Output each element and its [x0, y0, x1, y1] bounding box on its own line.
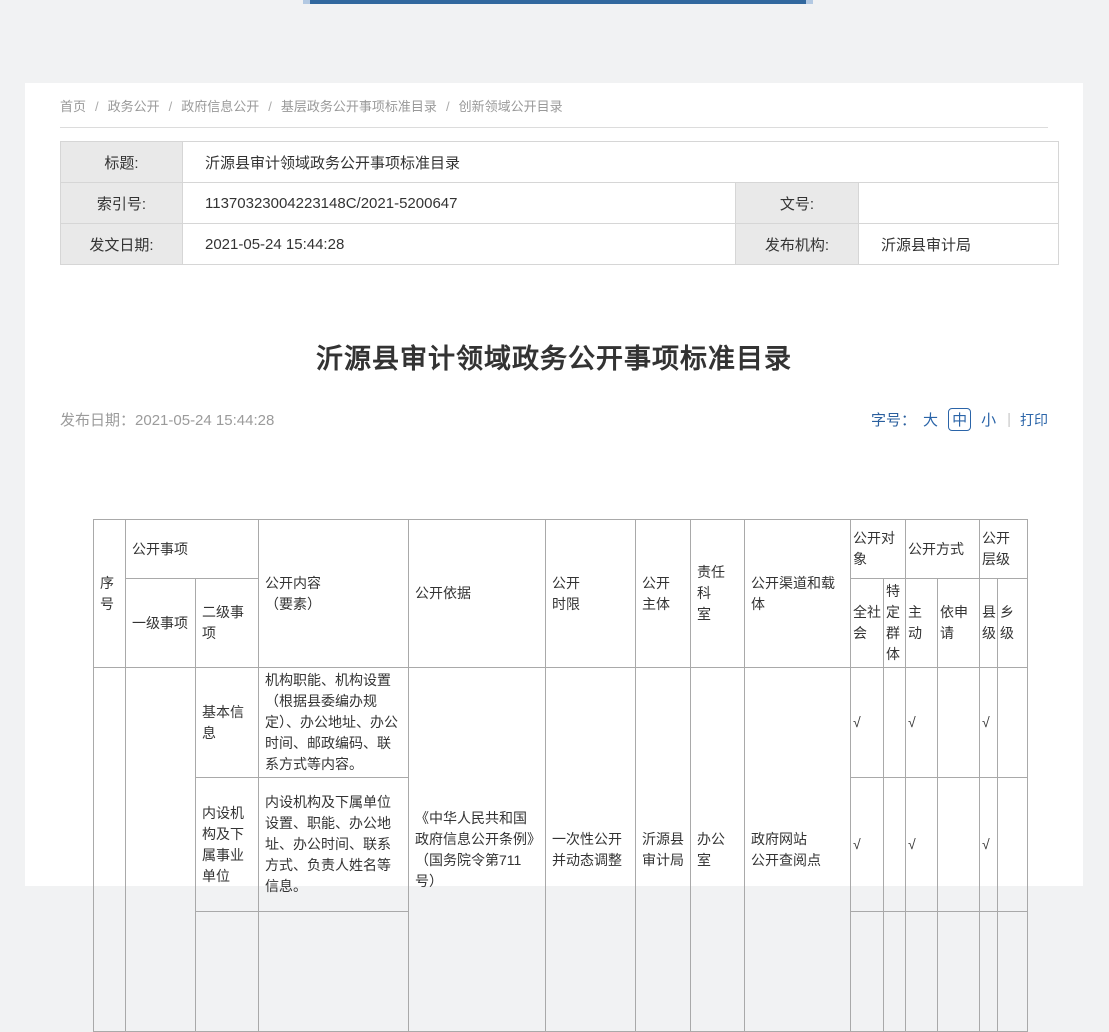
font-size-tools: 字号： 大 中 小 | 打印: [871, 408, 1048, 431]
header-cell-duixiang: 公开对 象: [851, 520, 906, 579]
breadcrumb-divider: [60, 127, 1048, 128]
cell-zhuti-merged: 沂源县审计局: [636, 668, 691, 1032]
issue-date-value: 2021-05-24 15:44:28: [183, 224, 736, 265]
tools-divider: |: [1007, 411, 1011, 428]
issue-date-label: 发文日期:: [61, 224, 183, 265]
header-cell-shixian: 公开 时限: [546, 520, 636, 668]
publish-date: 发布日期：2021-05-24 15:44:28: [60, 409, 274, 430]
header-cell-qudao: 公开渠道和载 体: [745, 520, 851, 668]
check-xianji-row3: [980, 912, 998, 1032]
catalog-table: 序号 公开事项 公开内容 （要素） 公开依据 公开 时限 公开 主体 责任科 室…: [93, 519, 1028, 1032]
cell-qudao-merged: 政府网站 公开查阅点: [745, 668, 851, 1032]
header-cell-zhudong: 主 动: [906, 579, 938, 668]
breadcrumb: 首页 / 政务公开 / 政府信息公开 / 基层政务公开事项标准目录 / 创新领域公开目录: [60, 83, 1048, 115]
check-teding-row1: [884, 668, 906, 778]
breadcrumb-separator: /: [169, 99, 173, 114]
cell-shixian-merged: 一次性公开并动态调整: [546, 668, 636, 1032]
header-cell-yiji: 一级事项: [126, 579, 196, 668]
cell-neirong-row2: 内设机构及下属单位设置、职能、办公地址、办公时间、联系方式、负责人姓名等信息。: [259, 778, 409, 912]
page-title: 沂源县审计领域政务公开事项标准目录: [60, 337, 1048, 376]
catalog-body-row-1: 基本信息 机构职能、机构设置（根据县委编办规定）、办公地址、办公时间、邮政编码、…: [94, 668, 1028, 778]
font-size-large-button[interactable]: 大: [923, 409, 938, 430]
header-cell-teding: 特 定 群 体: [884, 579, 906, 668]
cell-xuhao-merged: [94, 668, 126, 1032]
check-quanshehui-row2: √: [851, 778, 884, 912]
cell-erji-row1: 基本信息: [196, 668, 259, 778]
header-cell-fangshi: 公开方式: [906, 520, 980, 579]
check-xianji-row2: √: [980, 778, 998, 912]
header-cell-gongkai-shixiang: 公开事项: [126, 520, 259, 579]
cell-yiji-merged: [126, 668, 196, 1032]
header-cell-zhuti: 公开 主体: [636, 520, 691, 668]
check-yishenqing-row1: [938, 668, 980, 778]
cell-erji-row2: 内设机构及下属事业单位: [196, 778, 259, 912]
header-cell-yishenqing: 依申 请: [938, 579, 980, 668]
breadcrumb-chuangxin[interactable]: 创新领域公开目录: [459, 99, 563, 114]
check-xiangji-row2: [998, 778, 1028, 912]
cell-neirong-row1: 机构职能、机构设置（根据县委编办规定）、办公地址、办公时间、邮政编码、联系方式等…: [259, 668, 409, 778]
check-zhudong-row2: √: [906, 778, 938, 912]
title-value: 沂源县审计领域政务公开事项标准目录: [183, 142, 1059, 183]
print-button[interactable]: 打印: [1020, 410, 1048, 430]
meta-row-date: 发文日期: 2021-05-24 15:44:28 发布机构: 沂源县审计局: [61, 224, 1059, 265]
index-label: 索引号:: [61, 183, 183, 224]
title-label: 标题:: [61, 142, 183, 183]
check-xiangji-row1: [998, 668, 1028, 778]
check-quanshehui-row3: [851, 912, 884, 1032]
check-yishenqing-row2: [938, 778, 980, 912]
breadcrumb-xinxi[interactable]: 政府信息公开: [181, 99, 259, 114]
cell-neirong-row3: [259, 912, 409, 1032]
index-value: 11370323004223148C/2021-5200647: [183, 183, 736, 224]
check-teding-row3: [884, 912, 906, 1032]
agency-value: 沂源县审计局: [859, 224, 1059, 265]
document-meta-table: 标题: 沂源县审计领域政务公开事项标准目录 索引号: 1137032300422…: [60, 141, 1059, 265]
header-cell-neirong: 公开内容 （要素）: [259, 520, 409, 668]
check-quanshehui-row1: √: [851, 668, 884, 778]
font-size-small-button[interactable]: 小: [981, 409, 996, 430]
content-card: 首页 / 政务公开 / 政府信息公开 / 基层政务公开事项标准目录 / 创新领域公开目录 标题:…: [25, 83, 1083, 886]
breadcrumb-separator: /: [446, 99, 450, 114]
check-xianji-row1: √: [980, 668, 998, 778]
article-meta-bar: 发布日期：2021-05-24 15:44:28 字号： 大 中 小 | 打印: [60, 408, 1048, 431]
header-cell-cengji: 公开 层级: [980, 520, 1028, 579]
top-nav-bar-clipped: [305, 0, 811, 4]
header-cell-xuhao: 序号: [94, 520, 126, 668]
breadcrumb-separator: /: [95, 99, 99, 114]
header-cell-erji: 二级事 项: [196, 579, 259, 668]
header-cell-xianji: 县 级: [980, 579, 998, 668]
breadcrumb-zhengwu[interactable]: 政务公开: [108, 99, 160, 114]
check-yishenqing-row3: [938, 912, 980, 1032]
check-teding-row2: [884, 778, 906, 912]
check-zhudong-row1: √: [906, 668, 938, 778]
font-size-label: 字号：: [871, 409, 916, 430]
header-cell-yiju: 公开依据: [409, 520, 546, 668]
docnum-value: [859, 183, 1059, 224]
cell-keshi-merged: 办公室: [691, 668, 745, 1032]
docnum-label: 文号:: [736, 183, 859, 224]
breadcrumb-separator: /: [268, 99, 272, 114]
header-cell-xiangji: 乡 级: [998, 579, 1028, 668]
breadcrumb-jiceng[interactable]: 基层政务公开事项标准目录: [281, 99, 437, 114]
header-cell-quanshehui: 全社 会: [851, 579, 884, 668]
cell-yiju-merged: 《中华人民共和国政府信息公开条例》（国务院令第711号）: [409, 668, 546, 1032]
font-size-medium-button[interactable]: 中: [948, 408, 971, 431]
check-xiangji-row3: [998, 912, 1028, 1032]
header-cell-keshi: 责任科 室: [691, 520, 745, 668]
meta-row-index: 索引号: 11370323004223148C/2021-5200647 文号:: [61, 183, 1059, 224]
agency-label: 发布机构:: [736, 224, 859, 265]
cell-erji-row3: [196, 912, 259, 1032]
meta-row-title: 标题: 沂源县审计领域政务公开事项标准目录: [61, 142, 1059, 183]
catalog-header-row-1: 序号 公开事项 公开内容 （要素） 公开依据 公开 时限 公开 主体 责任科 室…: [94, 520, 1028, 579]
breadcrumb-home[interactable]: 首页: [60, 99, 86, 114]
check-zhudong-row3: [906, 912, 938, 1032]
